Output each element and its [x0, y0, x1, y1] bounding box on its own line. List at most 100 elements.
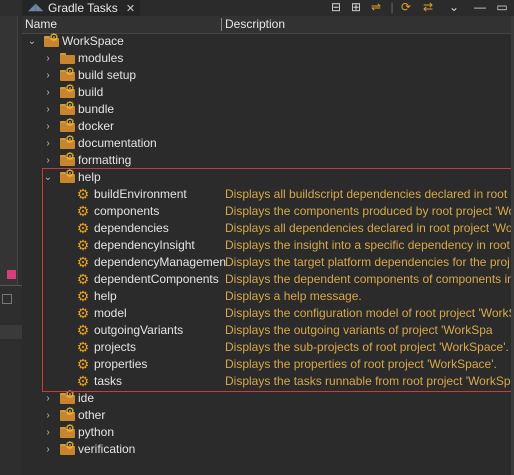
task-description: Displays the sub-projects of root projec…: [225, 340, 509, 354]
tree-label: modules: [78, 51, 124, 65]
task-row[interactable]: ⚙ model Displays the configuration model…: [22, 305, 514, 322]
task-row[interactable]: ⚙ buildEnvironment Displays all buildscr…: [22, 186, 514, 203]
chevron-down-icon[interactable]: ⌄: [42, 169, 54, 186]
task-row[interactable]: ⚙ help Displays a help message.: [22, 288, 514, 305]
gear-icon: ⚙: [76, 339, 90, 355]
task-description: Displays the outgoing variants of projec…: [225, 323, 493, 337]
left-panel-edge: [0, 0, 22, 475]
chevron-down-icon[interactable]: ⌄: [26, 33, 38, 50]
tree-row-group[interactable]: › ⚙ other: [22, 407, 514, 424]
task-name: properties: [94, 357, 148, 371]
left-scrollbar[interactable]: [0, 16, 18, 286]
gradle-tasks-tree[interactable]: ⌄ ⚙ WorkSpace › modules › ⚙ build setup …: [22, 33, 514, 458]
tree-row-group[interactable]: › modules: [22, 50, 514, 67]
toggle-view-icon[interactable]: ⇄: [420, 0, 436, 14]
task-row[interactable]: ⚙ dependentComponents Displays the depen…: [22, 271, 514, 288]
tab-gradle-tasks[interactable]: ◢◣ Gradle Tasks ✕: [22, 0, 140, 16]
task-row[interactable]: ⚙ properties Displays the properties of …: [22, 356, 514, 373]
task-row[interactable]: ⚙ dependencyInsight Displays the insight…: [22, 237, 514, 254]
tree-label: bundle: [78, 102, 115, 116]
task-row[interactable]: ⚙ components Displays the components pro…: [22, 203, 514, 220]
column-name-header[interactable]: Name: [25, 17, 57, 31]
tree-label: build setup: [78, 68, 137, 82]
expand-all-icon[interactable]: ⊞: [348, 0, 364, 14]
task-description: Displays the dependent components of com…: [225, 272, 514, 286]
chevron-right-icon[interactable]: ›: [42, 390, 54, 407]
chevron-right-icon[interactable]: ›: [42, 441, 54, 458]
tree-label: help: [78, 170, 101, 184]
gear-icon: ⚙: [76, 203, 90, 219]
column-separator[interactable]: [221, 18, 222, 31]
task-description: Displays the insight into a specific dep…: [225, 238, 510, 252]
task-folder-icon: ⚙: [60, 424, 75, 438]
column-description-header[interactable]: Description: [225, 17, 285, 31]
tree-row-group[interactable]: › ⚙ formatting: [22, 152, 514, 169]
task-description: Displays a help message.: [225, 289, 362, 303]
tree-row-group[interactable]: › ⚙ build setup: [22, 67, 514, 84]
gear-icon: ⚙: [76, 322, 90, 338]
task-folder-icon: ⚙: [60, 67, 75, 81]
tree-row-group[interactable]: › ⚙ python: [22, 424, 514, 441]
task-row[interactable]: ⚙ tasks Displays the tasks runnable from…: [22, 373, 514, 390]
task-folder-icon: ⚙: [60, 390, 75, 404]
chevron-right-icon[interactable]: ›: [42, 424, 54, 441]
refresh-icon[interactable]: ⟳: [398, 0, 414, 14]
chevron-right-icon[interactable]: ›: [42, 152, 54, 169]
link-with-editor-icon[interactable]: ⇌: [368, 0, 384, 14]
task-folder-icon: ⚙: [60, 84, 75, 98]
task-folder-icon: ⚙: [60, 169, 75, 183]
task-name: components: [94, 204, 160, 218]
gear-icon: ⚙: [76, 186, 90, 202]
task-description: Displays the configuration model of root…: [225, 306, 514, 320]
restore-icon[interactable]: [2, 294, 12, 304]
task-description: Displays the properties of root project …: [225, 357, 497, 371]
tree-row-help-group[interactable]: ⌄ ⚙ help: [22, 169, 514, 186]
close-icon[interactable]: ✕: [126, 2, 135, 15]
task-folder-icon: ⚙: [60, 441, 75, 455]
tree-row-group[interactable]: › ⚙ bundle: [22, 101, 514, 118]
chevron-right-icon[interactable]: ›: [42, 50, 54, 67]
task-description: Displays all dependencies declared in ro…: [225, 221, 513, 235]
tree-label: python: [78, 425, 115, 439]
gradle-elephant-icon: ◢◣: [28, 2, 44, 13]
chevron-right-icon[interactable]: ›: [42, 101, 54, 118]
gear-icon: ⚙: [76, 356, 90, 372]
tree-label: ide: [78, 391, 95, 405]
task-row[interactable]: ⚙ outgoingVariants Displays the outgoing…: [22, 322, 514, 339]
task-description: Displays the target platform dependencie…: [225, 255, 510, 269]
chevron-right-icon[interactable]: ›: [42, 135, 54, 152]
task-description: Displays the tasks runnable from root pr…: [225, 374, 514, 388]
task-name: model: [94, 306, 127, 320]
tree-row-group[interactable]: › ⚙ ide: [22, 390, 514, 407]
task-description: Displays the components produced by root…: [225, 204, 514, 218]
chevron-right-icon[interactable]: ›: [42, 407, 54, 424]
tree-label: other: [78, 408, 106, 422]
task-row[interactable]: ⚙ projects Displays the sub-projects of …: [22, 339, 514, 356]
minimize-icon[interactable]: —: [472, 0, 488, 14]
tree-label: verification: [78, 442, 136, 456]
gear-icon: ⚙: [76, 254, 90, 270]
task-name: dependencies: [94, 221, 169, 235]
tree-row-group[interactable]: › ⚙ documentation: [22, 135, 514, 152]
maximize-icon[interactable]: ▭: [494, 0, 510, 14]
tree-row-group[interactable]: › ⚙ docker: [22, 118, 514, 135]
task-row[interactable]: ⚙ dependencyManagemen Displays the targe…: [22, 254, 514, 271]
tree-row-group[interactable]: › ⚙ verification: [22, 441, 514, 458]
gear-icon: ⚙: [76, 305, 90, 321]
gear-icon: ⚙: [76, 237, 90, 253]
chevron-right-icon[interactable]: ›: [42, 118, 54, 135]
tree-row-group[interactable]: › ⚙ build: [22, 84, 514, 101]
collapse-all-icon[interactable]: ⊟: [328, 0, 344, 14]
task-name: buildEnvironment: [94, 187, 187, 201]
tree-row-workspace[interactable]: ⌄ ⚙ WorkSpace: [22, 33, 514, 50]
task-name: dependencyInsight: [94, 238, 195, 252]
task-folder-icon: ⚙: [60, 407, 75, 421]
view-menu-chevron-down-icon[interactable]: ⌄: [446, 0, 462, 14]
chevron-right-icon[interactable]: ›: [42, 67, 54, 84]
task-folder-icon: ⚙: [60, 152, 75, 166]
tree-label: docker: [78, 119, 115, 133]
view-tabbar: ◢◣ Gradle Tasks ✕ ⊟ ⊞ ⇌ | ⟳ ⇄ ⌄ — ▭: [22, 0, 514, 16]
task-name: help: [94, 289, 117, 303]
chevron-right-icon[interactable]: ›: [42, 84, 54, 101]
task-row[interactable]: ⚙ dependencies Displays all dependencies…: [22, 220, 514, 237]
